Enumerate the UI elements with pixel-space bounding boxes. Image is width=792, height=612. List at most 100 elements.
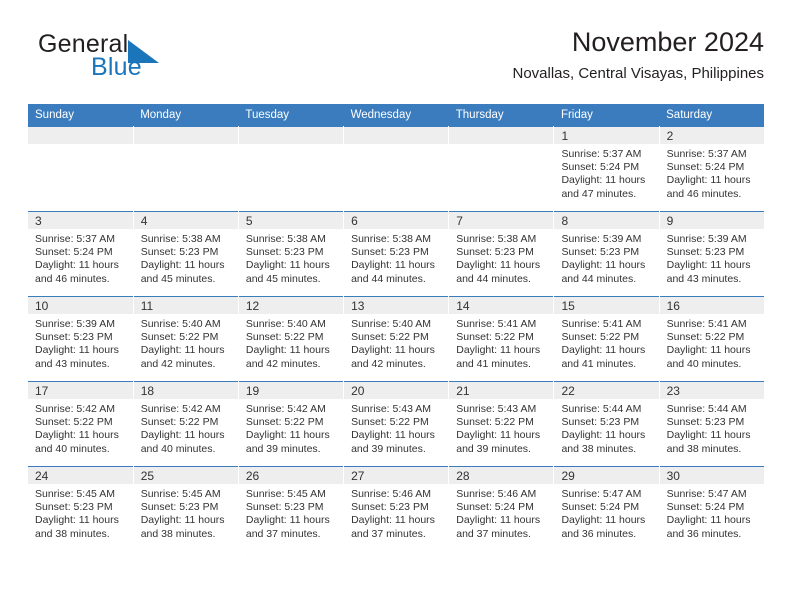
daylight-text-line2: and 40 minutes. — [666, 357, 742, 370]
daylight-text-line2: and 36 minutes. — [561, 527, 637, 540]
day-number: 19 — [238, 382, 344, 399]
sunrise-text: Sunrise: 5:42 AM — [245, 403, 326, 415]
daylight-text-line2: and 46 minutes. — [666, 187, 742, 200]
day-details: Sunrise: 5:40 AM Sunset: 5:22 PM Dayligh… — [239, 314, 343, 371]
sunrise-text: Sunrise: 5:39 AM — [666, 233, 747, 245]
weekday-header-thursday: Thursday — [448, 104, 554, 127]
day-number — [28, 127, 133, 144]
day-cell[interactable]: 15 Sunrise: 5:41 AM Sunset: 5:22 PM Dayl… — [553, 296, 660, 382]
day-cell[interactable]: 6 Sunrise: 5:38 AM Sunset: 5:23 PM Dayli… — [343, 211, 450, 297]
day-cell[interactable]: 18 Sunrise: 5:42 AM Sunset: 5:22 PM Dayl… — [133, 381, 239, 467]
day-cell[interactable]: 8 Sunrise: 5:39 AM Sunset: 5:23 PM Dayli… — [553, 211, 660, 297]
week-row: 3 Sunrise: 5:37 AM Sunset: 5:24 PM Dayli… — [28, 211, 765, 297]
daylight-text-line1: Daylight: 11 hours — [456, 259, 541, 272]
daylight-text-line2: and 42 minutes. — [351, 357, 426, 370]
day-cell[interactable]: 2 Sunrise: 5:37 AM Sunset: 5:24 PM Dayli… — [659, 126, 765, 212]
sunset-text: Sunset: 5:23 PM — [140, 501, 219, 514]
day-details: Sunrise: 5:41 AM Sunset: 5:22 PM Dayligh… — [660, 314, 765, 371]
day-cell[interactable]: 3 Sunrise: 5:37 AM Sunset: 5:24 PM Dayli… — [28, 211, 134, 297]
day-details: Sunrise: 5:44 AM Sunset: 5:23 PM Dayligh… — [554, 399, 658, 456]
day-number: 29 — [554, 467, 659, 484]
daylight-text-line1: Daylight: 11 hours — [140, 429, 225, 442]
daylight-text-line1: Daylight: 11 hours — [666, 429, 751, 442]
week-row: 24 Sunrise: 5:45 AM Sunset: 5:23 PM Dayl… — [28, 466, 765, 551]
daylight-text-line2: and 42 minutes. — [140, 357, 216, 370]
day-cell[interactable]: 17 Sunrise: 5:42 AM Sunset: 5:22 PM Dayl… — [28, 381, 134, 467]
day-cell[interactable]: 19 Sunrise: 5:42 AM Sunset: 5:22 PM Dayl… — [238, 381, 345, 467]
day-cell[interactable]: 20 Sunrise: 5:43 AM Sunset: 5:22 PM Dayl… — [343, 381, 450, 467]
day-number: 24 — [28, 467, 133, 484]
day-number: 15 — [554, 297, 659, 314]
day-cell[interactable]: 27 Sunrise: 5:46 AM Sunset: 5:23 PM Dayl… — [343, 466, 450, 551]
daylight-text-line2: and 37 minutes. — [245, 527, 321, 540]
day-cell[interactable] — [448, 126, 555, 212]
day-number: 3 — [28, 212, 133, 229]
day-cell[interactable] — [238, 126, 345, 212]
day-cell[interactable]: 13 Sunrise: 5:40 AM Sunset: 5:22 PM Dayl… — [343, 296, 450, 382]
day-cell[interactable]: 9 Sunrise: 5:39 AM Sunset: 5:23 PM Dayli… — [659, 211, 765, 297]
day-cell[interactable]: 5 Sunrise: 5:38 AM Sunset: 5:23 PM Dayli… — [238, 211, 345, 297]
daylight-text-line2: and 38 minutes. — [666, 442, 742, 455]
day-cell[interactable] — [133, 126, 239, 212]
day-cell[interactable]: 1 Sunrise: 5:37 AM Sunset: 5:24 PM Dayli… — [553, 126, 660, 212]
day-cell[interactable]: 26 Sunrise: 5:45 AM Sunset: 5:23 PM Dayl… — [238, 466, 345, 551]
day-cell[interactable] — [343, 126, 450, 212]
day-details: Sunrise: 5:39 AM Sunset: 5:23 PM Dayligh… — [28, 314, 133, 371]
day-cell[interactable]: 23 Sunrise: 5:44 AM Sunset: 5:23 PM Dayl… — [659, 381, 765, 467]
day-cell[interactable]: 12 Sunrise: 5:40 AM Sunset: 5:22 PM Dayl… — [238, 296, 345, 382]
day-cell[interactable]: 22 Sunrise: 5:44 AM Sunset: 5:23 PM Dayl… — [553, 381, 660, 467]
day-cell[interactable]: 25 Sunrise: 5:45 AM Sunset: 5:23 PM Dayl… — [133, 466, 239, 551]
week-row: 1 Sunrise: 5:37 AM Sunset: 5:24 PM Dayli… — [28, 126, 765, 212]
page-title: November 2024 — [571, 27, 764, 57]
daylight-text-line1: Daylight: 11 hours — [245, 259, 330, 272]
day-cell[interactable]: 4 Sunrise: 5:38 AM Sunset: 5:23 PM Dayli… — [133, 211, 239, 297]
day-number — [449, 127, 554, 144]
sunrise-text: Sunrise: 5:47 AM — [561, 488, 642, 500]
sunset-text: Sunset: 5:23 PM — [245, 246, 324, 259]
sunset-text: Sunset: 5:22 PM — [351, 416, 429, 429]
day-number: 2 — [659, 127, 765, 144]
weekday-header-monday: Monday — [133, 104, 239, 127]
weekday-header-tuesday: Tuesday — [238, 104, 344, 127]
week-row: 10 Sunrise: 5:39 AM Sunset: 5:23 PM Dayl… — [28, 296, 765, 382]
day-details: Sunrise: 5:42 AM Sunset: 5:22 PM Dayligh… — [28, 399, 133, 456]
calendar-page: General Blue November 2024 Novallas, Cen… — [0, 0, 792, 612]
daylight-text-line1: Daylight: 11 hours — [561, 174, 646, 187]
day-number: 7 — [449, 212, 554, 229]
daylight-text-line2: and 38 minutes. — [561, 442, 637, 455]
day-details: Sunrise: 5:38 AM Sunset: 5:23 PM Dayligh… — [344, 229, 448, 286]
weekday-header-row: Sunday Monday Tuesday Wednesday Thursday… — [28, 104, 765, 127]
day-cell[interactable]: 11 Sunrise: 5:40 AM Sunset: 5:22 PM Dayl… — [133, 296, 239, 382]
day-cell[interactable]: 24 Sunrise: 5:45 AM Sunset: 5:23 PM Dayl… — [28, 466, 134, 551]
day-details: Sunrise: 5:40 AM Sunset: 5:22 PM Dayligh… — [344, 314, 448, 371]
day-cell[interactable]: 10 Sunrise: 5:39 AM Sunset: 5:23 PM Dayl… — [28, 296, 134, 382]
day-cell[interactable] — [28, 126, 134, 212]
day-details: Sunrise: 5:47 AM Sunset: 5:24 PM Dayligh… — [554, 484, 658, 541]
sunset-text: Sunset: 5:23 PM — [456, 246, 534, 259]
sunrise-text: Sunrise: 5:41 AM — [666, 318, 747, 330]
day-cell[interactable]: 16 Sunrise: 5:41 AM Sunset: 5:22 PM Dayl… — [659, 296, 765, 382]
daylight-text-line1: Daylight: 11 hours — [245, 514, 330, 527]
sunset-text: Sunset: 5:23 PM — [351, 246, 429, 259]
sunrise-text: Sunrise: 5:37 AM — [561, 148, 642, 160]
sunset-text: Sunset: 5:22 PM — [666, 331, 745, 344]
day-cell[interactable]: 30 Sunrise: 5:47 AM Sunset: 5:24 PM Dayl… — [659, 466, 765, 551]
daylight-text-line2: and 44 minutes. — [561, 272, 637, 285]
day-details: Sunrise: 5:38 AM Sunset: 5:23 PM Dayligh… — [239, 229, 343, 286]
day-details: Sunrise: 5:45 AM Sunset: 5:23 PM Dayligh… — [239, 484, 343, 541]
day-cell[interactable]: 28 Sunrise: 5:46 AM Sunset: 5:24 PM Dayl… — [448, 466, 555, 551]
sunrise-text: Sunrise: 5:44 AM — [561, 403, 642, 415]
day-cell[interactable]: 14 Sunrise: 5:41 AM Sunset: 5:22 PM Dayl… — [448, 296, 555, 382]
day-cell[interactable]: 7 Sunrise: 5:38 AM Sunset: 5:23 PM Dayli… — [448, 211, 555, 297]
day-details: Sunrise: 5:41 AM Sunset: 5:22 PM Dayligh… — [554, 314, 658, 371]
daylight-text-line2: and 43 minutes. — [666, 272, 742, 285]
day-number: 28 — [449, 467, 554, 484]
sunrise-text: Sunrise: 5:42 AM — [140, 403, 221, 415]
day-cell[interactable]: 21 Sunrise: 5:43 AM Sunset: 5:22 PM Dayl… — [448, 381, 555, 467]
sunset-text: Sunset: 5:24 PM — [561, 161, 640, 174]
sunrise-text: Sunrise: 5:38 AM — [456, 233, 537, 245]
daylight-text-line1: Daylight: 11 hours — [666, 174, 751, 187]
daylight-text-line2: and 43 minutes. — [35, 357, 110, 370]
day-cell[interactable]: 29 Sunrise: 5:47 AM Sunset: 5:24 PM Dayl… — [553, 466, 660, 551]
sunset-text: Sunset: 5:23 PM — [351, 501, 429, 514]
